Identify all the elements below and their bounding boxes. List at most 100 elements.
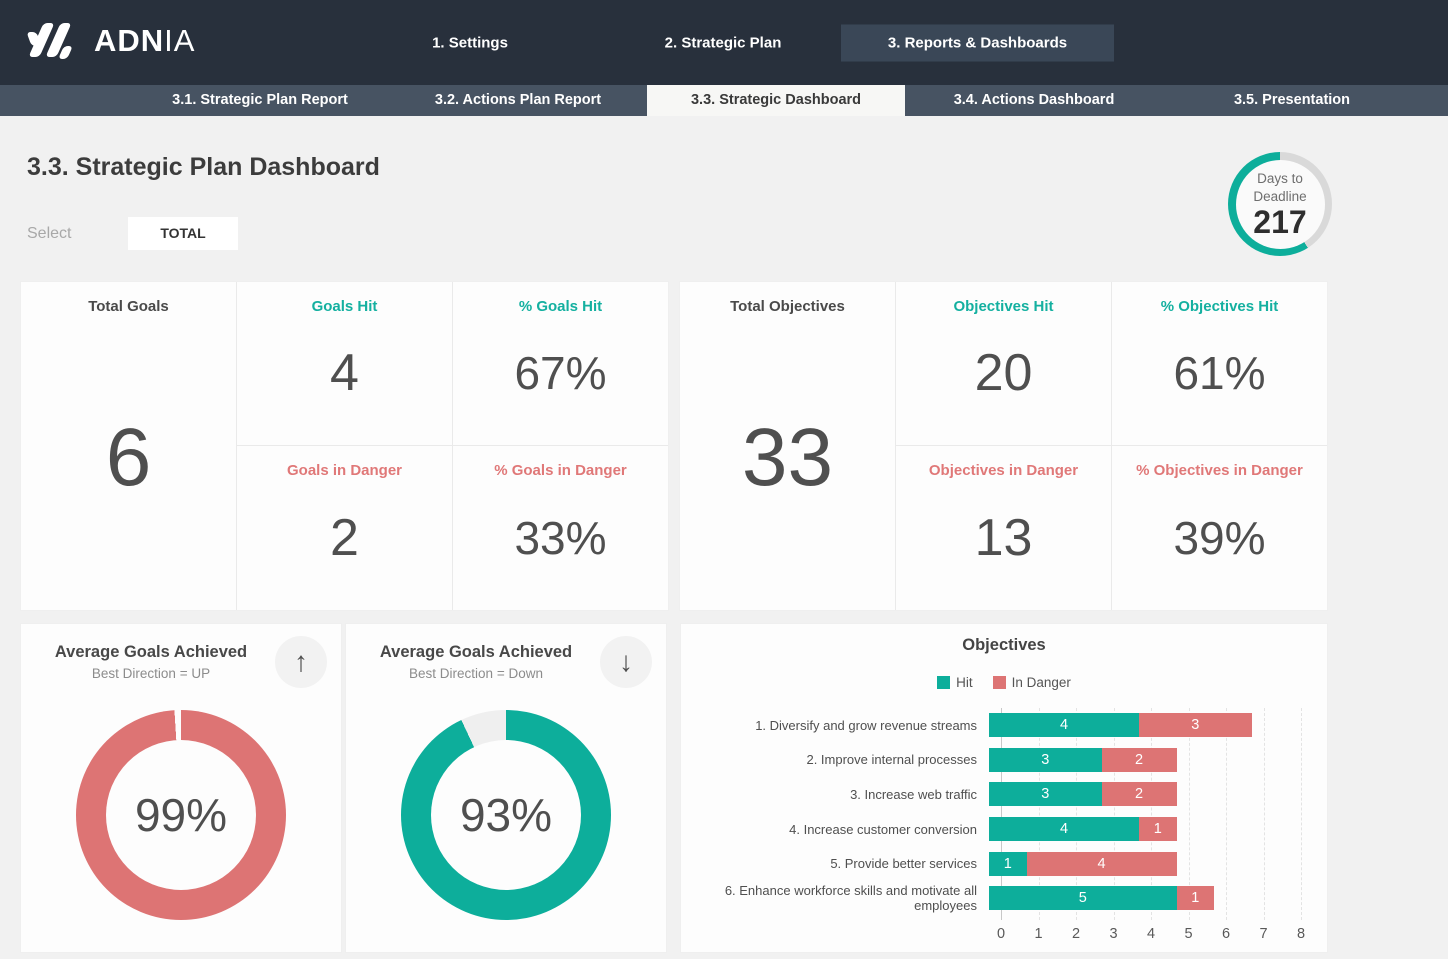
bar-row: 6. Enhance workforce skills and motivate…: [681, 881, 1329, 916]
bar-stack: 51: [989, 886, 1289, 910]
objectives-chart-card: Objectives Hit In Danger 1. Diversify an…: [680, 623, 1328, 953]
bar-segment-hit: 3: [989, 748, 1102, 772]
goals-danger-pct-label: % Goals in Danger: [494, 462, 627, 479]
total-goals-label: Total Goals: [88, 298, 169, 315]
chart-title: Objectives: [681, 636, 1327, 655]
adnia-logo: ADNIA: [28, 20, 195, 62]
bar-category-label: 4. Increase customer conversion: [681, 822, 989, 837]
bar-row: 3. Increase web traffic32: [681, 777, 1329, 812]
goals-hit-pct-label: % Goals Hit: [519, 298, 602, 315]
stats-row: Total Goals 6 Goals Hit 4 % Goals Hit 67…: [20, 281, 1328, 611]
x-axis-tick: 8: [1289, 926, 1313, 942]
objectives-hit-pct-label: % Objectives Hit: [1161, 298, 1279, 315]
tab-actions-dashboard[interactable]: 3.4. Actions Dashboard: [905, 85, 1163, 116]
legend-item-in-danger: In Danger: [993, 675, 1071, 690]
in-danger-legend-swatch: [993, 676, 1006, 689]
goals-hit-cell: Goals Hit 4: [237, 282, 453, 446]
deadline-label-line1: Days to: [1257, 170, 1303, 188]
goals-hit-pct-value: 67%: [514, 315, 606, 445]
objectives-danger-label: Objectives in Danger: [929, 462, 1078, 479]
select-row: Select TOTAL: [27, 217, 238, 250]
goals-stat-block: Total Goals 6 Goals Hit 4 % Goals Hit 67…: [20, 281, 669, 611]
total-goals-cell: Total Goals 6: [21, 282, 237, 610]
gauge-up-subtitle: Best Direction = UP: [27, 666, 275, 681]
x-axis-tick: 2: [1064, 926, 1088, 942]
select-label: Select: [27, 225, 128, 243]
bar-segment-in-danger: 3: [1139, 713, 1252, 737]
bar-category-label: 1. Diversify and grow revenue streams: [681, 718, 989, 733]
x-axis-tick: 5: [1177, 926, 1201, 942]
bar-segment-hit: 3: [989, 782, 1102, 806]
objectives-danger-pct-value: 39%: [1173, 479, 1265, 610]
adnia-logo-icon: [28, 20, 80, 62]
chart-legend: Hit In Danger: [681, 675, 1327, 690]
bar-row: 4. Increase customer conversion41: [681, 812, 1329, 847]
objectives-hit-pct-cell: % Objectives Hit 61%: [1112, 282, 1327, 446]
down-arrow-icon: ↓: [600, 636, 652, 688]
bar-stack: 41: [989, 817, 1289, 841]
x-axis-tick: 7: [1252, 926, 1276, 942]
bar-segment-hit: 4: [989, 713, 1139, 737]
hit-legend-swatch: [937, 676, 950, 689]
topnav-item-settings[interactable]: 1. Settings: [400, 34, 540, 51]
bar-stack: 43: [989, 713, 1289, 737]
bar-category-label: 3. Increase web traffic: [681, 787, 989, 802]
x-axis-tick: 0: [989, 926, 1013, 942]
total-objectives-value: 33: [742, 315, 833, 610]
goals-hit-pct-cell: % Goals Hit 67%: [453, 282, 668, 446]
bar-segment-in-danger: 4: [1027, 852, 1177, 876]
gauge-up-value: 99%: [106, 740, 256, 890]
goals-danger-value: 2: [330, 479, 359, 610]
goals-danger-cell: Goals in Danger 2: [237, 446, 453, 610]
goals-danger-pct-value: 33%: [514, 479, 606, 610]
bottom-row: Average Goals Achieved Best Direction = …: [20, 623, 1328, 953]
report-tabs-bar: 3.1. Strategic Plan Report 3.2. Actions …: [0, 85, 1448, 116]
bar-row: 1. Diversify and grow revenue streams43: [681, 708, 1329, 743]
bar-segment-in-danger: 1: [1177, 886, 1215, 910]
deadline-days-value: 217: [1253, 206, 1306, 238]
bar-stack: 32: [989, 782, 1289, 806]
goals-hit-value: 4: [330, 315, 359, 445]
select-value-button[interactable]: TOTAL: [128, 217, 238, 250]
gauge-down-donut-chart: 93%: [401, 710, 611, 920]
top-navigation-bar: ADNIA 1. Settings 2. Strategic Plan 3. R…: [0, 0, 1448, 85]
bar-category-label: 5. Provide better services: [681, 856, 989, 871]
bar-stack: 32: [989, 748, 1289, 772]
hit-legend-label: Hit: [956, 675, 973, 690]
gauge-up-donut-chart: 99%: [76, 710, 286, 920]
bar-category-label: 2. Improve internal processes: [681, 752, 989, 767]
gauge-up-title: Average Goals Achieved: [27, 643, 275, 662]
bar-segment-in-danger: 1: [1139, 817, 1177, 841]
bar-segment-in-danger: 2: [1102, 782, 1177, 806]
gauge-down-subtitle: Best Direction = Down: [352, 666, 600, 681]
total-objectives-cell: Total Objectives 33: [680, 282, 896, 610]
total-goals-value: 6: [106, 315, 152, 610]
x-axis: 012345678: [1001, 926, 1301, 946]
up-arrow-icon: ↑: [275, 636, 327, 688]
gauge-down-title: Average Goals Achieved: [352, 643, 600, 662]
objectives-danger-cell: Objectives in Danger 13: [896, 446, 1112, 610]
bar-segment-in-danger: 2: [1102, 748, 1177, 772]
tab-strategic-plan-report[interactable]: 3.1. Strategic Plan Report: [131, 85, 389, 116]
brand-name: ADNIA: [94, 23, 195, 59]
x-axis-tick: 4: [1139, 926, 1163, 942]
topnav-item-strategic-plan[interactable]: 2. Strategic Plan: [638, 34, 808, 51]
objectives-stat-block: Total Objectives 33 Objectives Hit 20 % …: [679, 281, 1328, 611]
objectives-hit-cell: Objectives Hit 20: [896, 282, 1112, 446]
bar-segment-hit: 5: [989, 886, 1177, 910]
bar-category-label: 6. Enhance workforce skills and motivate…: [681, 883, 989, 913]
gauge-down-card: Average Goals Achieved Best Direction = …: [345, 623, 667, 953]
objectives-hit-value: 20: [975, 315, 1033, 445]
tab-presentation[interactable]: 3.5. Presentation: [1163, 85, 1421, 116]
gauge-down-value: 93%: [431, 740, 581, 890]
bar-segment-hit: 4: [989, 817, 1139, 841]
in-danger-legend-label: In Danger: [1012, 675, 1071, 690]
bar-chart-plot: 1. Diversify and grow revenue streams432…: [681, 708, 1329, 916]
topnav-item-reports-dashboards[interactable]: 3. Reports & Dashboards: [841, 24, 1114, 61]
days-to-deadline-ring: Days to Deadline 217: [1228, 152, 1332, 256]
tab-actions-plan-report[interactable]: 3.2. Actions Plan Report: [389, 85, 647, 116]
tab-strategic-dashboard[interactable]: 3.3. Strategic Dashboard: [647, 85, 905, 116]
objectives-danger-pct-label: % Objectives in Danger: [1136, 462, 1303, 479]
legend-item-hit: Hit: [937, 675, 973, 690]
total-objectives-label: Total Objectives: [730, 298, 845, 315]
